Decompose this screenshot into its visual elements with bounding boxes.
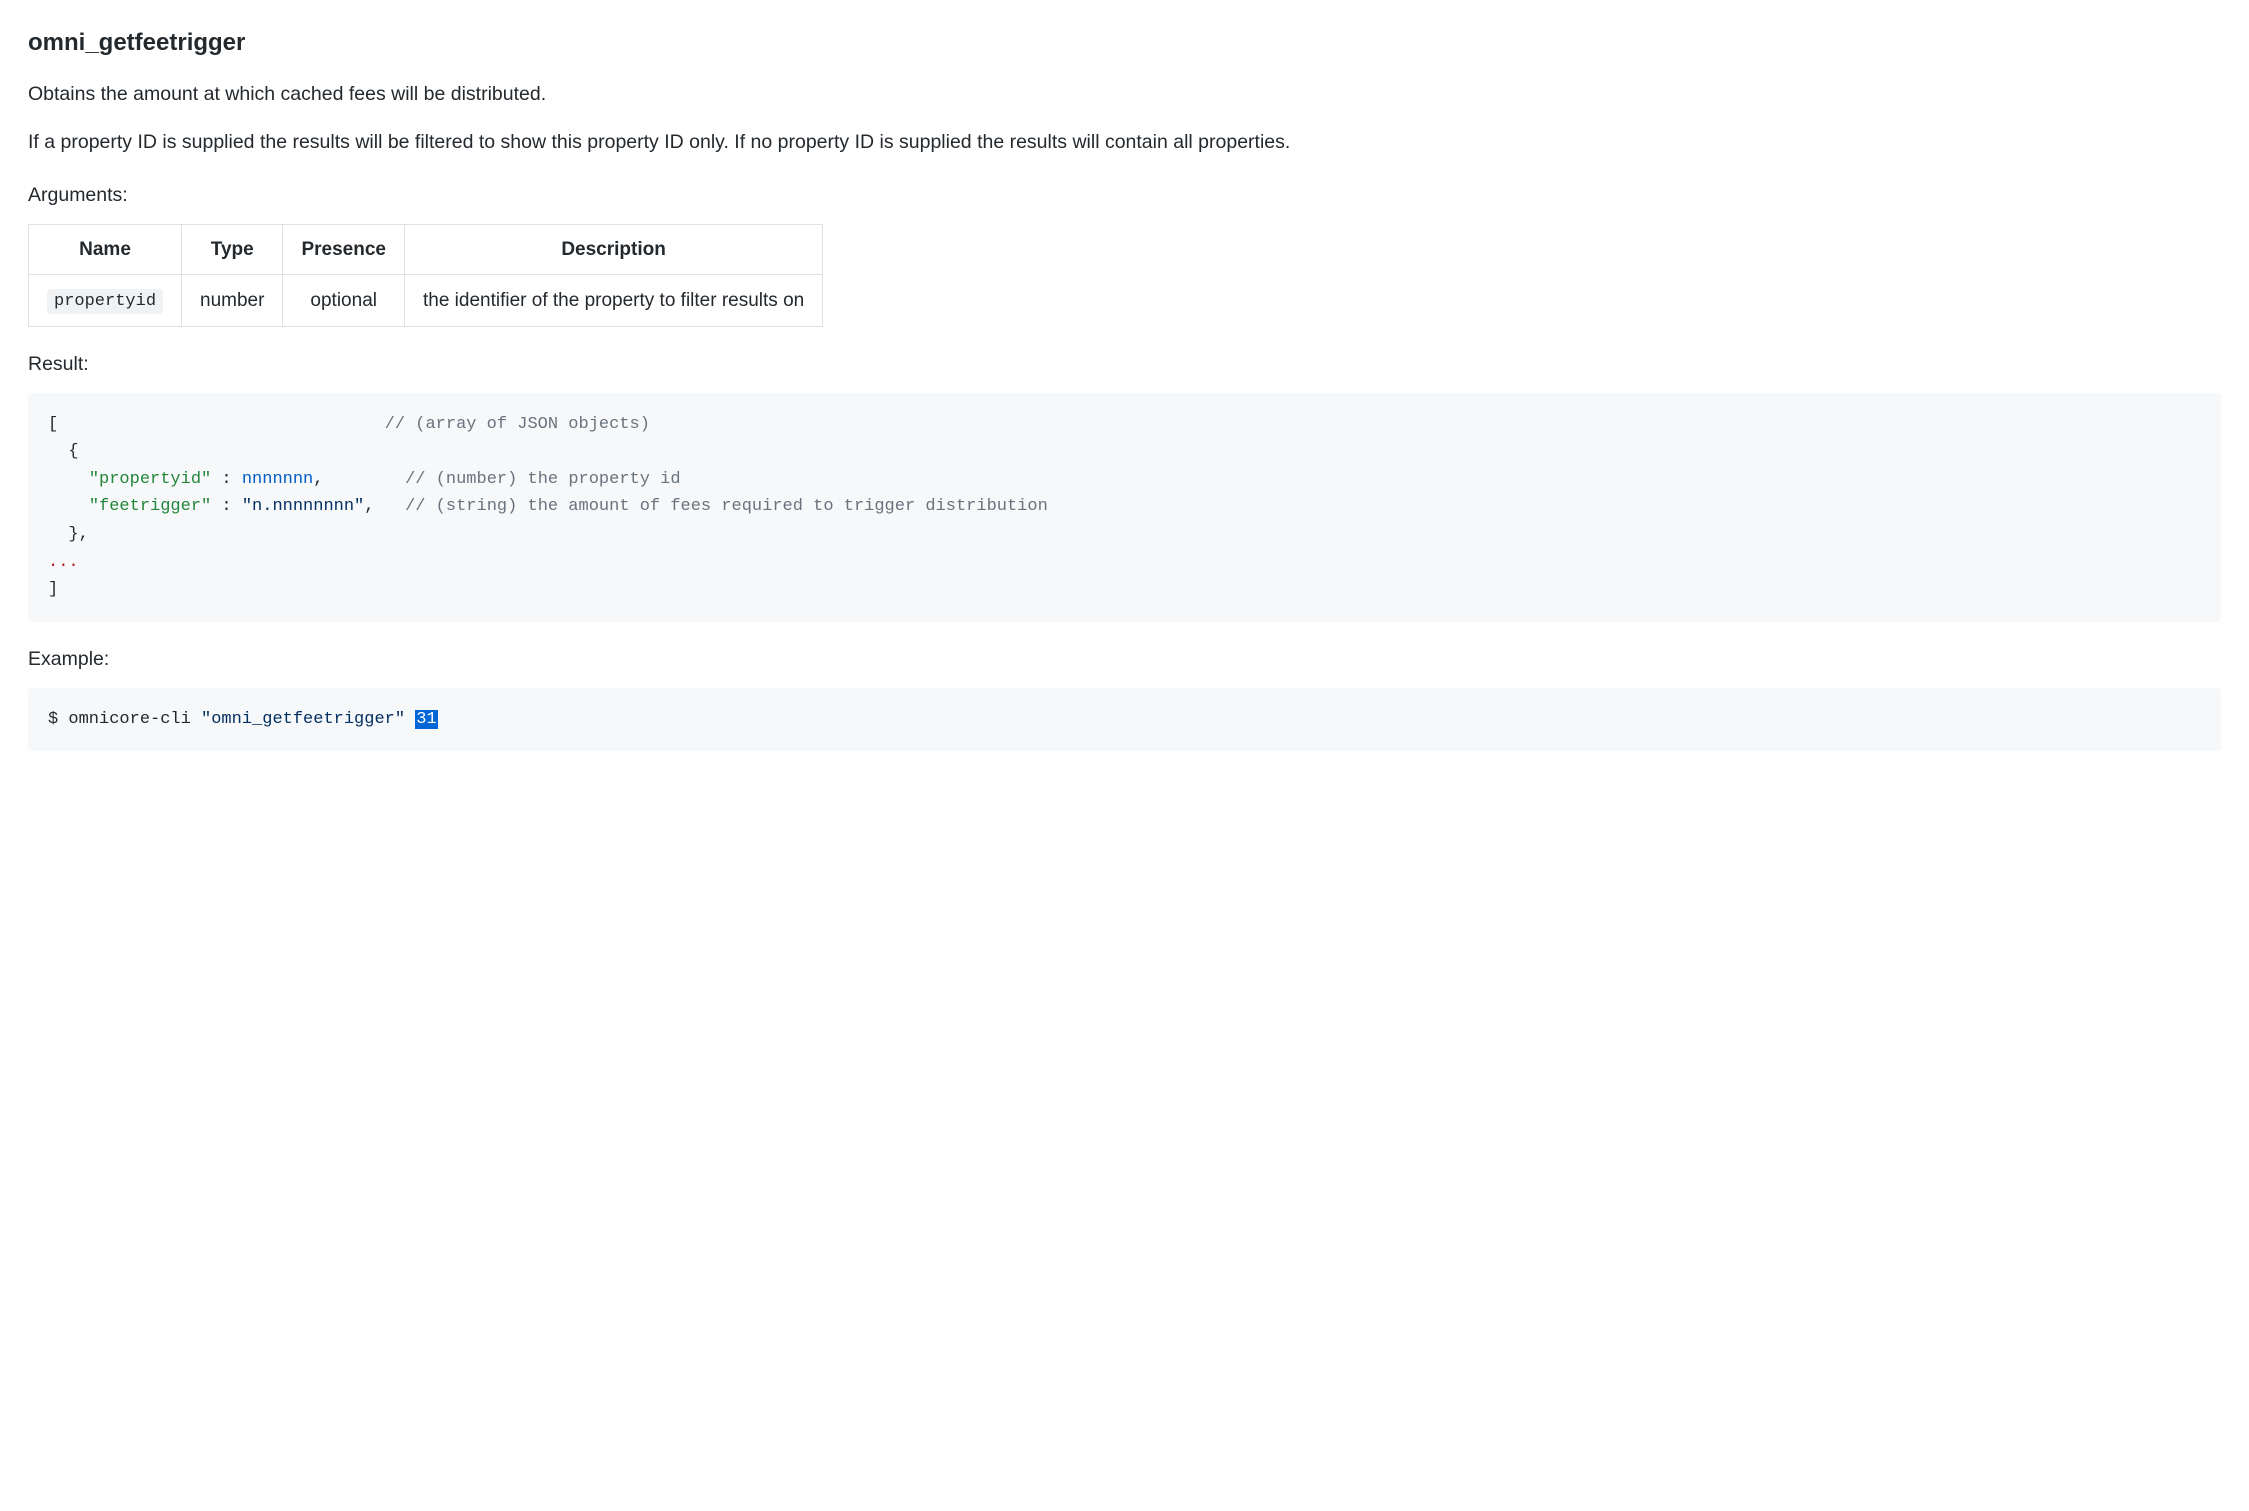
- cell-description: the identifier of the property to filter…: [404, 275, 822, 326]
- example-code-block: $ omnicore-cli "omni_getfeetrigger" 31: [28, 688, 2221, 752]
- cell-presence: optional: [283, 275, 405, 326]
- th-type: Type: [182, 224, 283, 274]
- result-code-block: [ // (array of JSON objects) { "property…: [28, 393, 2221, 622]
- arg-name-code: propertyid: [47, 289, 163, 314]
- shell-cmd: omnicore-cli: [68, 710, 201, 729]
- shell-space: [405, 710, 415, 729]
- shell-arg-highlight: 31: [415, 710, 437, 729]
- th-presence: Presence: [283, 224, 405, 274]
- cell-type: number: [182, 275, 283, 326]
- arguments-table: Name Type Presence Description propertyi…: [28, 224, 823, 327]
- description-paragraph: If a property ID is supplied the results…: [28, 127, 2221, 157]
- result-label: Result:: [28, 349, 2221, 379]
- shell-prompt: $: [48, 710, 68, 729]
- cell-name: propertyid: [29, 275, 182, 326]
- th-description: Description: [404, 224, 822, 274]
- example-label: Example:: [28, 644, 2221, 674]
- shell-arg-quoted: "omni_getfeetrigger": [201, 710, 405, 729]
- th-name: Name: [29, 224, 182, 274]
- table-row: propertyid number optional the identifie…: [29, 275, 823, 326]
- arguments-label: Arguments:: [28, 180, 2221, 210]
- table-header-row: Name Type Presence Description: [29, 224, 823, 274]
- description-paragraph: Obtains the amount at which cached fees …: [28, 79, 2221, 109]
- page-title: omni_getfeetrigger: [28, 24, 2221, 61]
